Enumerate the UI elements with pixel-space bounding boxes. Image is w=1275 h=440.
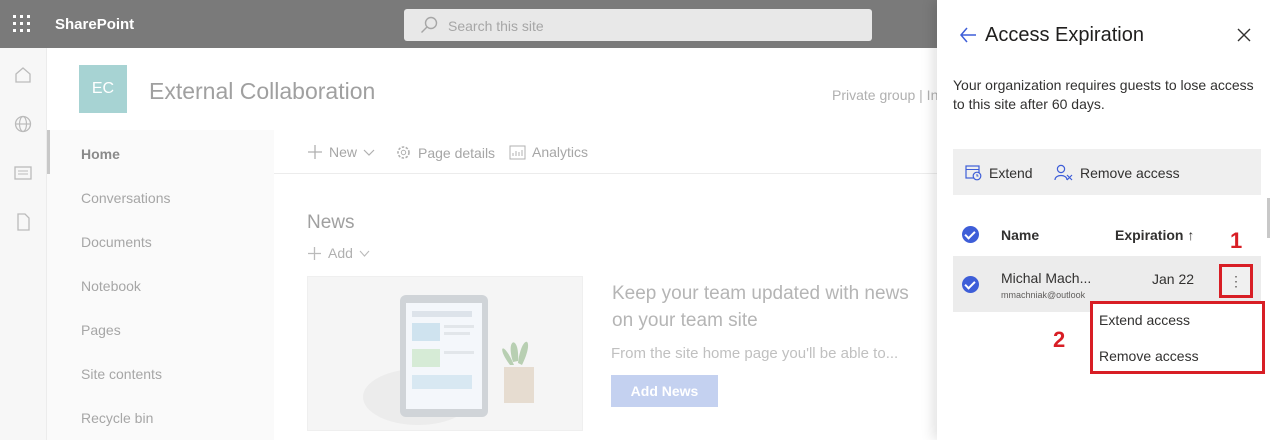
plus-icon — [308, 246, 321, 260]
menu-item-extend-access[interactable]: Extend access — [1099, 312, 1190, 328]
site-privacy: Private group | In — [832, 87, 939, 103]
add-news-dropdown[interactable]: Add — [307, 245, 370, 261]
home-icon[interactable] — [13, 65, 33, 85]
command-bar: New Page details Analytics — [274, 130, 937, 174]
nav-item-documents[interactable]: Documents — [81, 234, 152, 250]
guest-email: mmachniak@outlook — [1001, 290, 1086, 300]
analytics-label: Analytics — [532, 144, 589, 160]
document-icon[interactable] — [13, 212, 33, 232]
chevron-down-icon — [359, 250, 370, 257]
search-placeholder: Search this site — [448, 18, 544, 34]
nav-item-home[interactable]: Home — [81, 146, 120, 162]
callout-number-1: 1 — [1230, 228, 1243, 253]
news-icon[interactable] — [13, 163, 33, 183]
analytics-button[interactable]: Analytics — [509, 144, 588, 160]
nav-selection-indicator — [47, 130, 50, 174]
tablet-plant-illustration — [363, 295, 534, 425]
nav-item-notebook[interactable]: Notebook — [81, 278, 141, 294]
nav-item-site-contents[interactable]: Site contents — [81, 366, 162, 382]
menu-item-remove-access[interactable]: Remove access — [1099, 348, 1199, 364]
app-name[interactable]: SharePoint — [55, 16, 134, 33]
extend-label: Extend — [989, 164, 1033, 181]
search-icon — [421, 16, 438, 33]
site-title[interactable]: External Collaboration — [149, 78, 375, 105]
nav-item-pages[interactable]: Pages — [81, 322, 121, 338]
expiration-date: Jan 22 — [1152, 271, 1195, 287]
back-arrow-icon[interactable] — [959, 26, 977, 44]
analytics-icon — [509, 145, 526, 159]
column-header-expiration[interactable]: Expiration ↑ — [1115, 227, 1194, 243]
guest-name: Michal Mach... — [1001, 270, 1092, 286]
new-label: New — [329, 144, 358, 160]
remove-user-icon — [1054, 164, 1073, 181]
new-button[interactable]: New — [307, 144, 375, 160]
add-news-button[interactable]: Add News — [611, 375, 718, 407]
extend-button[interactable]: Extend — [965, 164, 1033, 181]
page-details-label: Page details — [418, 144, 496, 161]
news-illustration — [307, 276, 583, 431]
access-expiration-panel: Access Expiration Your organization requ… — [937, 0, 1275, 440]
row-checkbox[interactable] — [962, 276, 979, 293]
column-header-name[interactable]: Name — [1001, 227, 1039, 243]
more-options-button[interactable]: ⋮ — [1219, 264, 1253, 298]
sort-ascending-icon: ↑ — [1187, 227, 1195, 243]
left-navigation: Home Conversations Documents Notebook Pa… — [47, 130, 274, 440]
site-page: EC External Collaboration Private group … — [0, 48, 939, 440]
search-input[interactable]: Search this site — [404, 9, 872, 41]
site-logo[interactable]: EC — [79, 65, 127, 113]
add-label: Add — [328, 245, 353, 261]
news-promo-text: From the site home page you'll be able t… — [611, 345, 899, 362]
nav-item-conversations[interactable]: Conversations — [81, 190, 171, 206]
news-promo-title: Keep your team updated with news on your… — [612, 283, 909, 331]
close-icon[interactable] — [1237, 28, 1251, 42]
panel-title: Access Expiration — [985, 24, 1144, 46]
calendar-clock-icon — [965, 165, 982, 181]
panel-description: Your organization requires guests to los… — [953, 77, 1254, 112]
app-launcher-icon[interactable] — [13, 15, 31, 33]
scrollbar[interactable] — [1267, 198, 1270, 238]
globe-icon[interactable] — [13, 114, 33, 134]
remove-access-label: Remove access — [1080, 164, 1180, 181]
remove-access-button[interactable]: Remove access — [1054, 164, 1180, 181]
panel-toolbar: Extend Remove access — [953, 149, 1261, 195]
expiration-label: Expiration — [1115, 227, 1184, 243]
gear-icon — [397, 146, 410, 159]
callout-number-2: 2 — [1053, 327, 1066, 352]
plus-icon — [308, 145, 322, 159]
app-bar — [0, 48, 47, 440]
nav-item-recycle-bin[interactable]: Recycle bin — [81, 410, 153, 426]
chevron-down-icon — [363, 149, 375, 156]
page-details-button[interactable]: Page details — [395, 144, 495, 161]
context-menu: Extend access Remove access — [1090, 301, 1265, 374]
news-heading: News — [307, 212, 355, 233]
select-all-checkbox[interactable] — [962, 226, 979, 243]
